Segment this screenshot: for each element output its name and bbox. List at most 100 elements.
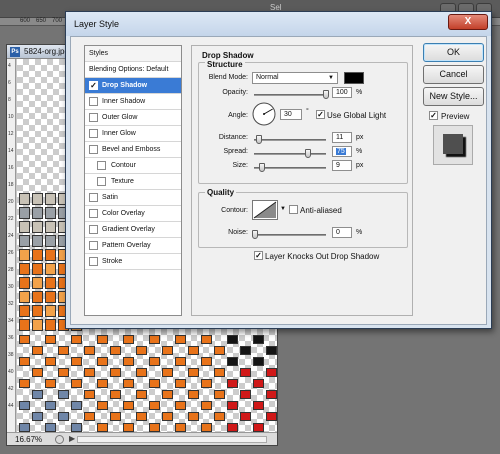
opacity-input[interactable]: 100: [332, 87, 352, 98]
document-info-icon[interactable]: [55, 435, 64, 444]
blending-options-item[interactable]: Blending Options: Default: [85, 62, 181, 78]
contour-picker[interactable]: [252, 200, 278, 220]
style-item[interactable]: Bevel and Emboss: [85, 142, 181, 158]
mosaic-tile: [32, 249, 43, 261]
style-item-label: Gradient Overlay: [102, 226, 155, 233]
style-item-checkbox[interactable]: [89, 225, 98, 234]
mosaic-tile: [45, 305, 56, 317]
horizontal-scrollbar[interactable]: [77, 436, 267, 443]
noise-slider-thumb[interactable]: [252, 230, 258, 239]
dialog-close-button[interactable]: X: [448, 14, 488, 30]
angle-unit: °: [306, 108, 309, 115]
size-slider-thumb[interactable]: [259, 163, 265, 172]
mosaic-tile: [227, 401, 238, 410]
style-item[interactable]: Satin: [85, 190, 181, 206]
ruler-number: 8: [8, 97, 11, 103]
mosaic-tile: [149, 423, 160, 432]
mosaic-tile: [84, 390, 95, 399]
new-style-button[interactable]: New Style...: [423, 87, 484, 106]
style-item[interactable]: Inner Glow: [85, 126, 181, 142]
blend-mode-select[interactable]: Normal ▼: [252, 72, 338, 84]
angle-input[interactable]: 30: [280, 109, 302, 120]
anti-aliased-checkbox[interactable]: [289, 205, 298, 214]
mosaic-tile: [214, 368, 225, 377]
styles-header[interactable]: Styles: [85, 46, 181, 62]
opacity-slider-track[interactable]: [254, 94, 326, 96]
mosaic-tile: [19, 221, 30, 233]
mosaic-tile: [19, 291, 30, 303]
preview-checkbox[interactable]: ✓: [429, 111, 438, 120]
style-item-checkbox[interactable]: [89, 97, 98, 106]
document-title: 5824-org.jpg: [24, 47, 69, 56]
status-menu-arrow-icon[interactable]: ▶: [69, 434, 75, 443]
mosaic-tile: [253, 379, 264, 388]
style-item[interactable]: Pattern Overlay: [85, 238, 181, 254]
layer-knocks-out-checkbox[interactable]: ✓: [254, 251, 263, 260]
mosaic-tile: [149, 379, 160, 388]
style-item-checkbox[interactable]: [89, 145, 98, 154]
zoom-level[interactable]: 16.67%: [15, 435, 42, 444]
distance-slider-track[interactable]: [254, 139, 326, 141]
style-item-checkbox[interactable]: [97, 177, 106, 186]
mosaic-tile: [227, 423, 238, 432]
mosaic-tile: [253, 401, 264, 410]
shadow-color-swatch[interactable]: [344, 72, 364, 84]
style-item[interactable]: ✓ Drop Shadow: [85, 78, 181, 94]
mosaic-tile: [19, 193, 30, 205]
spread-slider-thumb[interactable]: [305, 149, 311, 158]
spread-slider-track[interactable]: [254, 153, 326, 155]
noise-slider-track[interactable]: [254, 234, 326, 236]
mosaic-tile: [97, 335, 108, 344]
distance-slider-thumb[interactable]: [256, 135, 262, 144]
style-item[interactable]: Stroke: [85, 254, 181, 270]
use-global-light-label: Use Global Light: [327, 111, 387, 120]
layer-style-dialog: Layer Style X Styles Blending Options: D…: [65, 11, 492, 329]
blend-mode-label: Blend Mode:: [208, 74, 248, 81]
style-item-label: Satin: [102, 194, 118, 201]
style-item-checkbox[interactable]: [89, 209, 98, 218]
dialog-title-bar[interactable]: Layer Style X: [66, 12, 491, 36]
mosaic-tile: [188, 412, 199, 421]
ruler-number: 32: [8, 301, 14, 307]
style-item-checkbox[interactable]: [89, 129, 98, 138]
style-item-label: Contour: [111, 162, 136, 169]
ok-button[interactable]: OK: [423, 43, 484, 62]
spread-input[interactable]: 75: [332, 146, 352, 157]
style-item-checkbox[interactable]: [97, 161, 106, 170]
angle-dial-icon: [252, 102, 276, 126]
mosaic-tile: [32, 221, 43, 233]
mosaic-tile: [266, 346, 277, 355]
contour-dropdown-icon[interactable]: ▼: [280, 206, 286, 212]
size-input[interactable]: 9: [332, 160, 352, 171]
mosaic-tile: [19, 263, 30, 275]
style-item-checkbox[interactable]: [89, 193, 98, 202]
mosaic-tile: [32, 319, 43, 331]
style-item[interactable]: Outer Glow: [85, 110, 181, 126]
distance-input[interactable]: 11: [332, 132, 352, 143]
style-item-checkbox[interactable]: [89, 241, 98, 250]
style-item-checkbox[interactable]: ✓: [89, 81, 98, 90]
chevron-down-icon: ▼: [328, 75, 334, 81]
cancel-button[interactable]: Cancel: [423, 65, 484, 84]
mosaic-tile: [71, 423, 82, 432]
style-item-label: Outer Glow: [102, 114, 138, 121]
style-item-label: Drop Shadow: [102, 82, 148, 89]
blending-options-label: Blending Options: Default: [89, 66, 169, 73]
style-item-label: Inner Shadow: [102, 98, 146, 105]
style-item[interactable]: Inner Shadow: [85, 94, 181, 110]
ruler-number: 20: [8, 199, 14, 205]
style-item[interactable]: Texture: [85, 174, 181, 190]
style-item[interactable]: Color Overlay: [85, 206, 181, 222]
style-item[interactable]: Contour: [85, 158, 181, 174]
angle-dial[interactable]: [252, 102, 276, 126]
opacity-slider-thumb[interactable]: [323, 90, 329, 99]
dialog-title: Layer Style: [74, 19, 120, 29]
mosaic-tile: [175, 335, 186, 344]
style-item-checkbox[interactable]: [89, 257, 98, 266]
drop-shadow-panel: Drop Shadow Structure Blend Mode: Normal…: [191, 45, 413, 316]
style-item-checkbox[interactable]: [89, 113, 98, 122]
use-global-light-checkbox[interactable]: ✓: [316, 110, 325, 119]
style-item[interactable]: Gradient Overlay: [85, 222, 181, 238]
noise-input[interactable]: 0: [332, 227, 352, 238]
mosaic-tile: [71, 335, 82, 344]
